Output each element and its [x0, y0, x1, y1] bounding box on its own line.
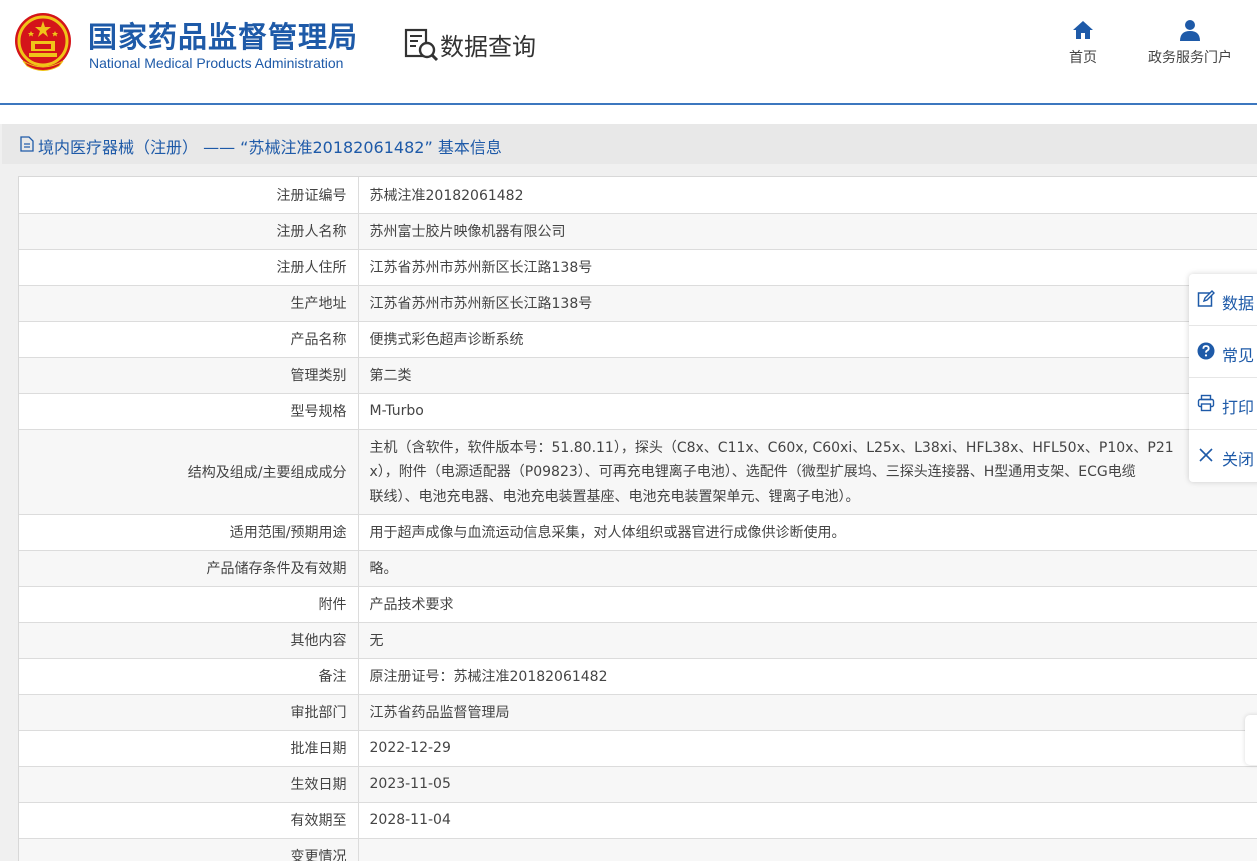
table-row: 变更情况: [19, 838, 1257, 861]
row-label: 产品名称: [19, 321, 359, 358]
table-row: 注册人住所 江苏省苏州市苏州新区长江路138号: [19, 249, 1257, 286]
nav-home-link[interactable]: 首页: [1063, 18, 1103, 67]
float-print-label: 打印: [1222, 398, 1255, 417]
table-row: 产品储存条件及有效期 略。: [19, 550, 1257, 587]
info-table: 注册证编号 苏械注准20182061482 注册人名称 苏州富士胶片映像机器有限…: [19, 177, 1257, 861]
table-row: 有效期至 2028-11-04: [19, 802, 1257, 839]
row-label: 生效日期: [19, 766, 359, 803]
table-row: 审批部门 江苏省药品监督管理局: [19, 694, 1257, 731]
table-row: 管理类别 第二类: [19, 357, 1257, 394]
row-value: [358, 838, 1257, 861]
row-value: 用于超声成像与血流运动信息采集，对人体组织或器官进行成像供诊断使用。: [358, 514, 1257, 551]
section-header: 境内医疗器械（注册） —— “苏械注准20182061482” 基本信息: [2, 124, 1257, 164]
float-print-button[interactable]: 打印: [1189, 378, 1257, 430]
row-value: M-Turbo: [358, 393, 1257, 430]
row-value: 主机（含软件，软件版本号：51.80.11），探头（C8x、C11x、C60x,…: [358, 429, 1257, 515]
row-label: 注册人住所: [19, 249, 359, 286]
floating-toolbar: 数据 常见 打印 关闭: [1189, 274, 1257, 482]
site-header: 国家药品监督管理局 National Medical Products Admi…: [0, 0, 1257, 105]
row-label: 结构及组成/主要组成成分: [19, 429, 359, 515]
edit-icon: [1197, 290, 1215, 307]
content-area: 境内医疗器械（注册） —— “苏械注准20182061482” 基本信息 注册证…: [0, 124, 1257, 861]
table-row: 结构及组成/主要组成成分 主机（含软件，软件版本号：51.80.11），探头（C…: [19, 429, 1257, 515]
national-emblem-icon: [15, 13, 71, 71]
row-label: 备注: [19, 658, 359, 695]
row-label: 注册证编号: [19, 177, 359, 214]
row-label: 注册人名称: [19, 213, 359, 250]
table-row: 其他内容 无: [19, 622, 1257, 659]
row-label: 变更情况: [19, 838, 359, 861]
row-label: 产品储存条件及有效期: [19, 550, 359, 587]
row-value: 无: [358, 622, 1257, 659]
float-data-button[interactable]: 数据: [1189, 274, 1257, 326]
row-value: 2022-12-29: [358, 730, 1257, 767]
row-value: 江苏省苏州市苏州新区长江路138号: [358, 249, 1257, 286]
row-label: 其他内容: [19, 622, 359, 659]
row-value: 原注册证号：苏械注准20182061482: [358, 658, 1257, 695]
header-divider: [0, 103, 1257, 105]
table-row: 适用范围/预期用途 用于超声成像与血流运动信息采集，对人体组织或器官进行成像供诊…: [19, 514, 1257, 551]
row-value: 江苏省药品监督管理局: [358, 694, 1257, 731]
row-value-line: 主机（含软件，软件版本号：51.80.11），探头（C8x、C11x、C60x,…: [369, 439, 1174, 456]
float-faq-button[interactable]: 常见: [1189, 326, 1257, 378]
close-icon: [1199, 448, 1213, 462]
row-label: 适用范围/预期用途: [19, 514, 359, 551]
float-faq-label: 常见: [1222, 346, 1255, 365]
row-label: 管理类别: [19, 357, 359, 394]
row-value: 略。: [358, 550, 1257, 587]
table-row: 注册证编号 苏械注准20182061482: [19, 177, 1257, 214]
side-expand-tab[interactable]: [1245, 715, 1257, 765]
page: 国家药品监督管理局 National Medical Products Admi…: [0, 0, 1257, 861]
row-value: 苏州富士胶片映像机器有限公司: [358, 213, 1257, 250]
row-label: 附件: [19, 586, 359, 623]
row-value-line: 联线）、电池充电器、电池充电装置基座、电池充电装置架单元、锂离子电池）。: [369, 488, 860, 505]
table-row: 型号规格 M-Turbo: [19, 393, 1257, 430]
nav-portal-label: 政务服务门户: [1148, 50, 1232, 66]
row-label: 生产地址: [19, 285, 359, 322]
row-value: 2023-11-05: [358, 766, 1257, 803]
row-value-line: x），附件（电源适配器（P09823）、可再充电锂离子电池）、选配件（微型扩展坞…: [369, 464, 1136, 481]
agency-name-cn: 国家药品监督管理局: [88, 20, 359, 54]
row-value: 2028-11-04: [358, 802, 1257, 839]
row-value: 江苏省苏州市苏州新区长江路138号: [358, 285, 1257, 322]
user-icon: [1180, 20, 1200, 41]
row-label: 有效期至: [19, 802, 359, 839]
print-icon: [1197, 394, 1215, 412]
row-value: 苏械注准20182061482: [358, 177, 1257, 214]
registration-info-table: 注册证编号 苏械注准20182061482 注册人名称 苏州富士胶片映像机器有限…: [18, 176, 1257, 861]
table-row: 批准日期 2022-12-29: [19, 730, 1257, 767]
float-data-label: 数据: [1222, 294, 1255, 313]
nav-portal-link[interactable]: 政务服务门户: [1140, 18, 1240, 67]
document-icon: [20, 136, 34, 152]
table-row: 注册人名称 苏州富士胶片映像机器有限公司: [19, 213, 1257, 250]
row-value: 产品技术要求: [358, 586, 1257, 623]
table-row: 生产地址 江苏省苏州市苏州新区长江路138号: [19, 285, 1257, 322]
data-query-icon: [404, 28, 439, 62]
section-title: 境内医疗器械（注册） —— “苏械注准20182061482” 基本信息: [38, 138, 502, 157]
help-icon: [1197, 342, 1215, 360]
table-row: 备注 原注册证号：苏械注准20182061482: [19, 658, 1257, 695]
data-query-title: 数据查询: [440, 33, 536, 61]
row-label: 型号规格: [19, 393, 359, 430]
row-label: 批准日期: [19, 730, 359, 767]
row-value: 第二类: [358, 357, 1257, 394]
table-row: 附件 产品技术要求: [19, 586, 1257, 623]
nav-home-label: 首页: [1069, 50, 1097, 66]
table-row: 生效日期 2023-11-05: [19, 766, 1257, 803]
float-close-button[interactable]: 关闭: [1189, 430, 1257, 482]
table-row: 产品名称 便携式彩色超声诊断系统: [19, 321, 1257, 358]
row-label: 审批部门: [19, 694, 359, 731]
home-icon: [1073, 21, 1093, 39]
row-value: 便携式彩色超声诊断系统: [358, 321, 1257, 358]
float-close-label: 关闭: [1222, 450, 1255, 469]
agency-name-en: National Medical Products Administration: [89, 55, 344, 71]
